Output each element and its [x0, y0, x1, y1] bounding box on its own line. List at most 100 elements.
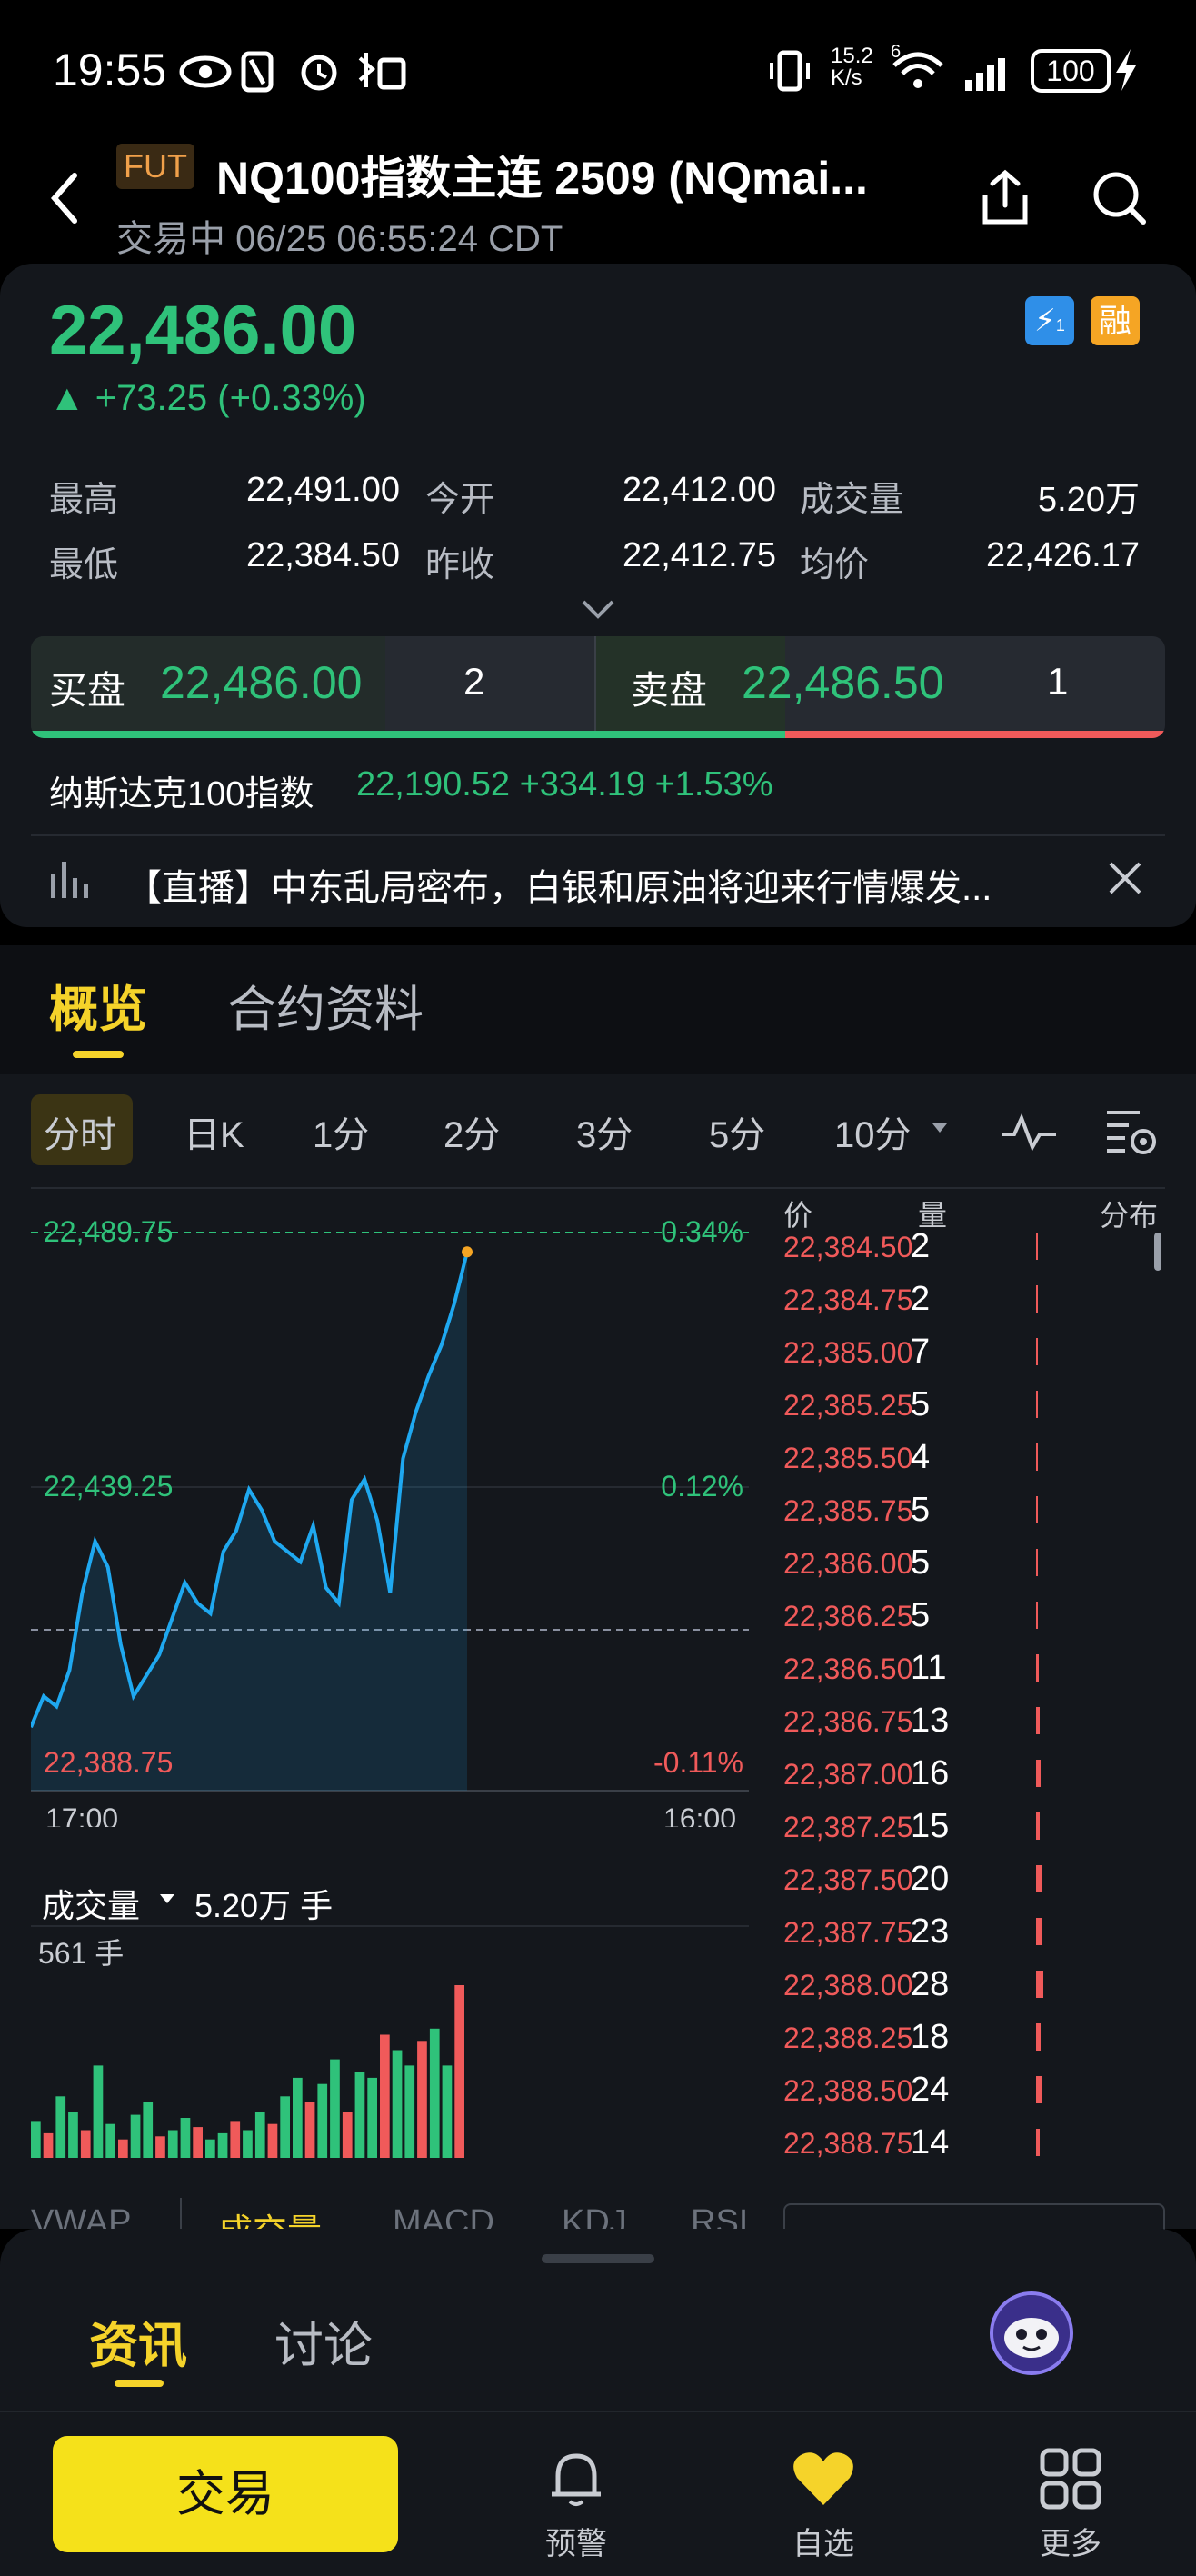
- volume-bar: [93, 2065, 104, 2158]
- tab-contract-info[interactable]: 合约资料: [227, 969, 424, 1041]
- share-icon[interactable]: [978, 169, 1032, 227]
- depth-qty: 24: [911, 2071, 950, 2109]
- assistant-avatar-icon[interactable]: [989, 2291, 1074, 2376]
- bid-price[interactable]: 22,486.00: [160, 656, 362, 709]
- depth-qty: 5: [911, 1491, 931, 1529]
- tf-5min[interactable]: 5分: [709, 1105, 765, 1158]
- pct-label-bottom: -0.11%: [653, 1746, 743, 1779]
- sheet-handle[interactable]: [542, 2254, 654, 2263]
- depth-qty: 2: [911, 1280, 931, 1318]
- alert-label: 预警: [545, 2527, 607, 2561]
- alert-button[interactable]: 预警: [520, 2447, 633, 2563]
- tf-daily[interactable]: 日K: [184, 1105, 244, 1158]
- depth-bar: [1036, 2076, 1042, 2103]
- volume-caret-icon[interactable]: [158, 1892, 176, 1905]
- watchlist-button[interactable]: 自选: [767, 2447, 880, 2563]
- tab-indicator: [73, 1051, 124, 1058]
- volume-bar: [80, 2130, 91, 2158]
- volume-bar: [205, 2139, 215, 2158]
- tf-10min[interactable]: 10分: [834, 1105, 912, 1158]
- page-title: NQ100指数主连 2509 (NQmai...: [216, 153, 868, 204]
- back-icon[interactable]: [47, 171, 80, 225]
- index-name[interactable]: 纳斯达克100指数: [49, 765, 314, 815]
- volume-bar: [429, 2028, 440, 2158]
- trade-button[interactable]: 交易: [53, 2436, 398, 2552]
- stat-label: 昨收: [425, 546, 495, 584]
- depth-qty: 4: [911, 1438, 931, 1476]
- volume-bar: [417, 2041, 427, 2158]
- volume-bar: [280, 2096, 290, 2158]
- expand-chevron-icon[interactable]: [580, 598, 616, 620]
- ask-price[interactable]: 22,486.50: [742, 656, 943, 709]
- bid-ask-bar: 买盘 22,486.00 2 卖盘 22,486.50 1: [31, 636, 1165, 738]
- depth-bar: [1036, 1918, 1042, 1945]
- volume-bar: [180, 2118, 191, 2158]
- volume-bar: [304, 2102, 315, 2158]
- chart-settings-icon[interactable]: [1103, 1107, 1158, 1156]
- depth-price: 22,388.75: [783, 2127, 913, 2160]
- sheet-tab-discuss[interactable]: 讨论: [274, 2305, 373, 2377]
- depth-qty: 5: [911, 1385, 931, 1423]
- pct-label-mid: 0.12%: [661, 1470, 743, 1503]
- volume-bar: [55, 2096, 66, 2158]
- volume-bar: [167, 2130, 178, 2158]
- volume-bar: [68, 2112, 78, 2158]
- vibrate-icon: [770, 50, 810, 92]
- depth-price: 22,385.00: [783, 1336, 913, 1369]
- tf-2min[interactable]: 2分: [444, 1105, 500, 1158]
- volume-bar: [254, 2112, 265, 2158]
- app-header: FUT NQ100指数主连 2509 (NQmai... 交易中 06/25 0…: [0, 136, 1196, 264]
- depth-qty: 5: [911, 1596, 931, 1634]
- stat-value: 22,384.50: [245, 536, 400, 574]
- volume-bar: [380, 2034, 390, 2158]
- bid-label: 买盘: [49, 669, 126, 712]
- price-chart[interactable]: 22,489.75 22,439.25 22,388.75 0.34% 0.12…: [31, 1191, 758, 1827]
- depth-qty: 16: [911, 1754, 950, 1792]
- stat-value: 22,491.00: [245, 471, 400, 509]
- close-icon[interactable]: [1105, 858, 1145, 898]
- stat-value: 22,412.75: [622, 536, 776, 574]
- heart-icon: [793, 2452, 853, 2505]
- tf-intraday[interactable]: 分时: [44, 1105, 116, 1158]
- stat-value: 22,426.17: [985, 536, 1140, 574]
- depth-bar: [1036, 1707, 1040, 1734]
- depth-price: 22,385.75: [783, 1494, 913, 1527]
- depth-qty: 11: [911, 1649, 947, 1687]
- depth-bar: [1036, 1760, 1041, 1787]
- volume-bar: [267, 2123, 278, 2158]
- stat-label: 均价: [800, 546, 870, 584]
- search-icon[interactable]: [1091, 169, 1149, 227]
- depth-bar: [1036, 1285, 1038, 1313]
- sheet-tab-news[interactable]: 资讯: [89, 2305, 187, 2377]
- volume-bar: [367, 2077, 377, 2158]
- depth-price: 22,386.00: [783, 1547, 913, 1580]
- caret-down-icon[interactable]: [931, 1122, 949, 1134]
- tab-overview[interactable]: 概览: [49, 969, 147, 1041]
- depth-scrollbar[interactable]: [1154, 1233, 1161, 1271]
- volume-label[interactable]: 成交量: [42, 1880, 140, 1927]
- margin-badge[interactable]: 融: [1091, 296, 1140, 345]
- volume-chart[interactable]: [31, 1927, 758, 2163]
- news-ticker[interactable]: 【直播】中东乱局密布，白银和原油将迎来行情爆发...: [125, 858, 992, 911]
- flash-badge-icon[interactable]: ⚡1: [1025, 296, 1074, 345]
- depth-price: 22,388.50: [783, 2074, 913, 2107]
- depth-bar: [1036, 1338, 1038, 1365]
- depth-price: 22,387.50: [783, 1863, 913, 1896]
- volume-bar: [118, 2139, 128, 2158]
- volume-bar: [317, 2083, 328, 2158]
- pct-label-top: 0.34%: [661, 1215, 743, 1248]
- stat-label: 成交量: [800, 481, 904, 519]
- tf-1min[interactable]: 1分: [313, 1105, 369, 1158]
- depth-qty: 7: [911, 1333, 931, 1371]
- depth-price: 22,387.00: [783, 1758, 913, 1791]
- tf-3min[interactable]: 3分: [576, 1105, 633, 1158]
- volume-bar: [293, 2077, 303, 2158]
- depth-price: 22,387.75: [783, 1916, 913, 1949]
- last-price: 22,486.00: [49, 292, 357, 369]
- depth-qty: 14: [911, 2123, 950, 2162]
- depth-price: 22,388.00: [783, 1969, 913, 2002]
- quote-card: 22,486.00 ▲ +73.25 (+0.33%) ⚡1 融 最高 22,4…: [0, 264, 1196, 927]
- more-button[interactable]: 更多: [1014, 2447, 1127, 2563]
- index-values: 22,190.52 +334.19 +1.53%: [356, 765, 773, 804]
- indicator-wave-icon[interactable]: [1000, 1109, 1058, 1154]
